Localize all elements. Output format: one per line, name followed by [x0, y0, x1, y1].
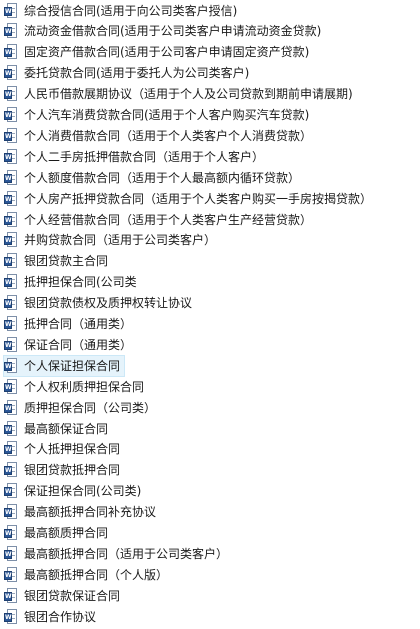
- file-item[interactable]: W 个人权利质押担保合同: [4, 377, 148, 397]
- word-document-icon: W: [4, 545, 18, 562]
- word-document-icon: W: [4, 462, 18, 478]
- file-name: 银团合作协议: [24, 609, 97, 624]
- word-document-icon: W: [4, 23, 18, 39]
- file-item[interactable]: W 银团合作协议: [4, 607, 100, 627]
- file-item[interactable]: W 个人额度借款合同（适用于个人最高额内循环贷款）: [4, 168, 304, 188]
- file-name: 银团贷款保证合同: [24, 588, 121, 603]
- file-item[interactable]: W 流动资金借款合同(适用于公司类客户申请流动资金贷款): [4, 21, 325, 41]
- file-name: 质押担保合同（公司类）: [24, 400, 157, 415]
- word-document-icon: W: [4, 127, 18, 144]
- word-document-icon: W: [4, 65, 18, 81]
- word-document-icon: W: [4, 587, 18, 604]
- file-item[interactable]: W 个人房产抵押贷款合同（适用于个人类客户购买一手房按揭贷款）: [4, 189, 376, 209]
- file-name: 银团贷款主合同: [24, 254, 109, 269]
- file-name: 银团贷款抵押合同: [24, 463, 121, 478]
- file-item[interactable]: W 个人二手房抵押借款合同（适用于个人客户）: [4, 147, 268, 167]
- file-name: 个人消费借款合同（适用于个人类客户个人消费贷款）: [24, 128, 313, 143]
- file-item[interactable]: W 委托贷款合同(适用于委托人为公司类客户): [4, 63, 253, 83]
- word-document-icon: W: [4, 148, 18, 165]
- word-document-icon: W: [4, 420, 18, 437]
- file-name: 保证担保合同(公司类): [24, 484, 142, 499]
- word-document-icon: W: [4, 608, 18, 625]
- file-item[interactable]: W 银团贷款抵押合同: [4, 460, 124, 480]
- word-document-icon: W: [4, 525, 18, 541]
- file-name: 保证合同（通用类）: [24, 337, 133, 352]
- file-name: 流动资金借款合同(适用于公司类客户申请流动资金贷款): [24, 24, 322, 39]
- file-name: 抵押合同（通用类）: [24, 317, 133, 331]
- file-name: 最高额质押合同: [24, 526, 109, 540]
- file-item[interactable]: W 抵押合同（通用类）: [4, 314, 136, 334]
- file-name: 最高额保证合同: [24, 421, 109, 436]
- file-item[interactable]: W 个人经营借款合同（适用于个人类客户生产经营贷款）: [4, 210, 316, 230]
- file-name: 个人房产抵押贷款合同（适用于个人类客户购买一手房按揭贷款）: [24, 191, 373, 206]
- file-item[interactable]: W 最高额抵押合同（个人版）: [4, 565, 172, 585]
- file-name: 抵押担保合同(公司类: [24, 275, 137, 290]
- file-name: 个人汽车消费贷款合同(适用于个人客户购买汽车贷款): [24, 108, 310, 122]
- file-item[interactable]: W 银团贷款主合同: [4, 251, 112, 271]
- word-document-icon: W: [4, 253, 18, 269]
- file-item[interactable]: W 最高额抵押合同补充协议: [4, 502, 160, 522]
- file-name: 综合授信合同(适用于向公司类客户授信): [24, 3, 238, 18]
- file-item[interactable]: W 综合授信合同(适用于向公司类客户授信): [4, 1, 241, 21]
- file-item[interactable]: W 银团贷款保证合同: [4, 586, 124, 606]
- file-item[interactable]: W 保证合同（通用类）: [4, 335, 136, 355]
- word-document-icon: W: [4, 483, 18, 499]
- file-item[interactable]: W 并购贷款合同（适用于公司类客户）: [4, 230, 220, 250]
- word-document-icon: W: [4, 566, 18, 583]
- file-name: 银团贷款债权及质押权转让协议: [24, 296, 193, 311]
- file-item[interactable]: W 个人保证担保合同: [2, 354, 126, 377]
- word-document-icon: W: [4, 232, 18, 248]
- file-name: 委托贷款合同(适用于委托人为公司类客户): [24, 66, 250, 81]
- word-document-icon: W: [4, 169, 18, 186]
- file-item[interactable]: W 人民币借款展期协议（适用于个人及公司贷款到期前申请展期): [4, 84, 357, 104]
- file-item[interactable]: W 个人抵押担保合同: [4, 439, 124, 459]
- file-name: 个人二手房抵押借款合同（适用于个人客户）: [24, 149, 265, 164]
- file-name: 人民币借款展期协议（适用于个人及公司贷款到期前申请展期): [24, 87, 353, 102]
- word-document-icon: W: [4, 44, 18, 60]
- word-document-icon: W: [4, 399, 18, 416]
- file-name: 个人经营借款合同（适用于个人类客户生产经营贷款）: [24, 212, 313, 227]
- word-document-icon: W: [4, 274, 18, 290]
- word-document-icon: W: [4, 357, 18, 374]
- file-name: 最高额抵押合同（适用于公司类客户）: [24, 546, 229, 561]
- file-item[interactable]: W 个人消费借款合同（适用于个人类客户个人消费贷款）: [4, 126, 316, 146]
- word-document-icon: W: [4, 190, 18, 207]
- file-name: 最高额抵押合同补充协议: [24, 505, 157, 520]
- file-item[interactable]: W 质押担保合同（公司类）: [4, 398, 160, 418]
- file-item[interactable]: W 个人汽车消费贷款合同(适用于个人客户购买汽车贷款): [4, 105, 313, 125]
- file-name: 固定资产借款合同(适用于公司客户申请固定资产贷款): [24, 45, 310, 60]
- file-name: 并购贷款合同（适用于公司类客户）: [24, 233, 217, 248]
- word-document-icon: W: [4, 86, 18, 102]
- file-item[interactable]: W 抵押担保合同(公司类: [4, 272, 141, 292]
- file-item[interactable]: W 最高额保证合同: [4, 419, 112, 439]
- word-document-icon: W: [4, 336, 18, 353]
- word-document-icon: W: [4, 107, 18, 123]
- file-item[interactable]: W 最高额质押合同: [4, 523, 112, 543]
- file-name: 最高额抵押合同（个人版）: [24, 567, 169, 582]
- file-name: 个人保证担保合同: [24, 358, 121, 373]
- word-document-icon: W: [4, 316, 18, 332]
- file-item[interactable]: W 固定资产借款合同(适用于公司客户申请固定资产贷款): [4, 42, 313, 62]
- word-document-icon: W: [4, 2, 18, 19]
- file-item[interactable]: W 最高额抵押合同（适用于公司类客户）: [4, 544, 232, 564]
- file-item[interactable]: W 保证担保合同(公司类): [4, 481, 145, 501]
- file-name: 个人额度借款合同（适用于个人最高额内循环贷款）: [24, 170, 301, 185]
- word-document-icon: W: [4, 295, 18, 311]
- file-name: 个人权利质押担保合同: [24, 379, 145, 394]
- word-document-icon: W: [4, 441, 18, 457]
- file-name: 个人抵押担保合同: [24, 442, 121, 457]
- word-document-icon: W: [4, 378, 18, 395]
- word-document-icon: W: [4, 211, 18, 228]
- word-document-icon: W: [4, 504, 18, 520]
- file-list: W 综合授信合同(适用于向公司类客户授信) W 流动资金借款合同(适用于公司类客户申请…: [0, 0, 420, 629]
- file-item[interactable]: W 银团贷款债权及质押权转让协议: [4, 293, 196, 313]
